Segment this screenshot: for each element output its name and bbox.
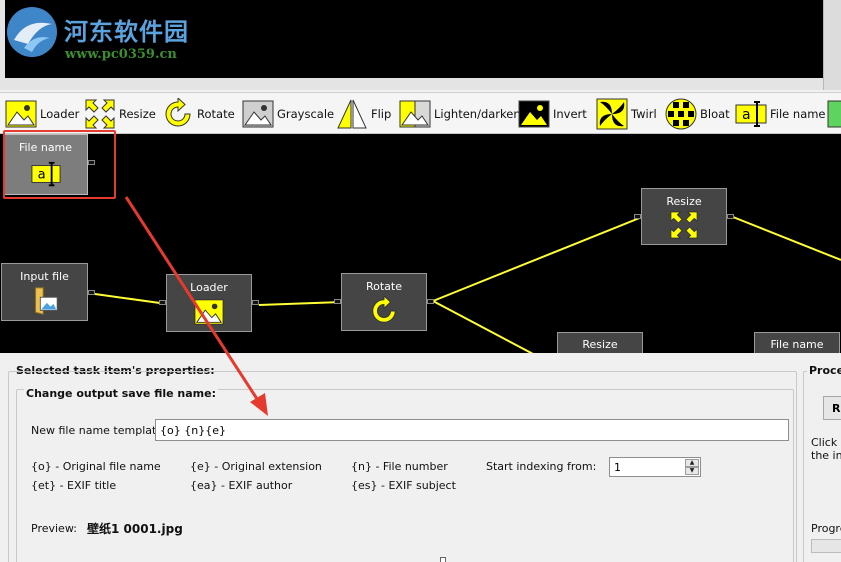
- node-input-file[interactable]: Input file: [1, 263, 88, 321]
- title-banner: 河东软件园 www.pc0359.cn: [0, 0, 841, 90]
- wire-rotate-to-resize-bottom: [432, 300, 534, 353]
- resize-icon: [85, 99, 115, 129]
- stepper-down-icon[interactable]: ▼: [685, 467, 699, 475]
- toolbar-lighten-darken-button[interactable]: Lighten/darken: [399, 98, 521, 130]
- lighten-darken-icon: [399, 100, 431, 128]
- wire-rotate-to-resize: [432, 216, 643, 302]
- watermark: 河东软件园 www.pc0359.cn: [4, 4, 204, 64]
- node-output-port[interactable]: [88, 290, 95, 295]
- toolbar-label: Bloat: [700, 107, 730, 121]
- loader-icon: [5, 100, 37, 128]
- image-file-icon: [34, 287, 58, 315]
- process-title: Proces: [807, 364, 841, 377]
- toolbar-label: Resize: [119, 107, 156, 121]
- process-hint-line1: Click 'F: [811, 436, 841, 449]
- node-resize[interactable]: Resize: [641, 188, 727, 245]
- annotation-highlight-box: [3, 130, 116, 199]
- node-title: File name: [770, 338, 824, 351]
- toolbar-file-name-button[interactable]: a File name: [735, 98, 826, 130]
- properties-panel: Selected task item's properties: Change …: [0, 353, 841, 562]
- grayscale-icon: [242, 100, 274, 128]
- task-toolbar: Loader Resize Rotate Grayscale Flip Ligh…: [0, 92, 841, 134]
- toolbar-label: Flip: [371, 107, 392, 121]
- twirl-icon: [596, 98, 628, 130]
- group-title: Change output save file name:: [24, 387, 218, 400]
- watermark-url: www.pc0359.cn: [65, 47, 177, 62]
- node-output-port[interactable]: [252, 300, 259, 305]
- toolbar-label: Twirl: [631, 107, 657, 121]
- workflow-canvas[interactable]: File name a Input file Loader Rotate Res…: [0, 134, 841, 353]
- legend-file-number: {n} - File number: [351, 460, 448, 473]
- svg-text:a: a: [742, 107, 751, 123]
- legend-exif-title: {et} - EXIF title: [31, 479, 117, 492]
- node-rotate[interactable]: Rotate: [341, 273, 427, 331]
- preview-value: 壁纸1 0001.jpg: [87, 522, 183, 536]
- toolbar-flip-button[interactable]: Flip: [336, 98, 391, 130]
- node-title: Input file: [20, 270, 69, 283]
- node-title: Loader: [190, 281, 228, 294]
- start-index-label: Start indexing from:: [486, 460, 597, 473]
- rotate-icon: [165, 98, 191, 127]
- toolbar-label: Invert: [553, 107, 587, 121]
- toolbar-label: Grayscale: [277, 107, 335, 121]
- node-input-port[interactable]: [159, 300, 166, 305]
- banner-right-strip: [823, 0, 841, 90]
- toolbar-label: Rotate: [197, 107, 235, 121]
- stepper-up-icon[interactable]: ▲: [685, 459, 699, 467]
- watermark-logo-icon: [7, 7, 57, 57]
- watermark-title: 河东软件园: [64, 17, 189, 46]
- bloat-icon: [665, 98, 697, 130]
- toolbar-bloat-button[interactable]: Bloat: [665, 98, 730, 130]
- resize-icon: [670, 211, 698, 239]
- run-button[interactable]: R: [823, 396, 841, 420]
- node-output-port[interactable]: [427, 299, 434, 304]
- node-loader[interactable]: Loader: [166, 274, 252, 332]
- loader-icon: [194, 299, 224, 325]
- legend-original-name: {o} - Original file name: [31, 460, 161, 473]
- node-input-port[interactable]: [334, 299, 341, 304]
- file-name-template-input[interactable]: [155, 419, 789, 441]
- node-file-name-bottom[interactable]: File name: [754, 332, 840, 353]
- node-resize-bottom[interactable]: Resize: [557, 332, 643, 353]
- legend-original-extension: {e} - Original extension: [190, 460, 322, 473]
- toolbar-label: File name: [770, 107, 826, 121]
- preview-label: Preview:: [31, 522, 77, 535]
- wire-resize-to-next: [732, 216, 841, 261]
- start-index-value: 1: [614, 461, 621, 474]
- toolbar-twirl-button[interactable]: Twirl: [596, 98, 657, 130]
- node-title: Rotate: [365, 280, 402, 293]
- node-title: Resize: [666, 195, 702, 208]
- toolbar-next-tool-icon[interactable]: [827, 98, 841, 130]
- node-input-port[interactable]: [634, 214, 641, 219]
- progress-label: Progre: [811, 522, 841, 535]
- splitter-handle[interactable]: [440, 557, 446, 562]
- invert-icon: [518, 100, 550, 128]
- legend-exif-subject: {es} - EXIF subject: [351, 479, 456, 492]
- node-title: Resize: [582, 338, 618, 351]
- toolbar-grayscale-button[interactable]: Grayscale: [242, 98, 334, 130]
- wire-loader-to-rotate: [258, 301, 343, 306]
- toolbar-label: Loader: [40, 107, 80, 121]
- toolbar-label: Lighten/darken: [434, 107, 521, 121]
- start-index-stepper[interactable]: 1 ▲ ▼: [609, 457, 701, 477]
- process-hint-line2: the inp: [811, 449, 841, 462]
- toolbar-resize-button[interactable]: Resize: [84, 98, 156, 130]
- toolbar-rotate-button[interactable]: Rotate: [162, 98, 235, 130]
- file-name-icon: a: [735, 101, 767, 127]
- rotate-icon: [372, 296, 396, 323]
- node-output-port[interactable]: [727, 214, 734, 219]
- legend-exif-author: {ea} - EXIF author: [190, 479, 293, 492]
- template-label: New file name template:: [31, 424, 167, 437]
- toolbar-loader-button[interactable]: Loader: [5, 98, 79, 130]
- wire-input-to-loader: [94, 293, 168, 305]
- toolbar-invert-button[interactable]: Invert: [518, 98, 587, 130]
- flip-icon: [337, 99, 367, 129]
- progress-bar: [811, 539, 841, 553]
